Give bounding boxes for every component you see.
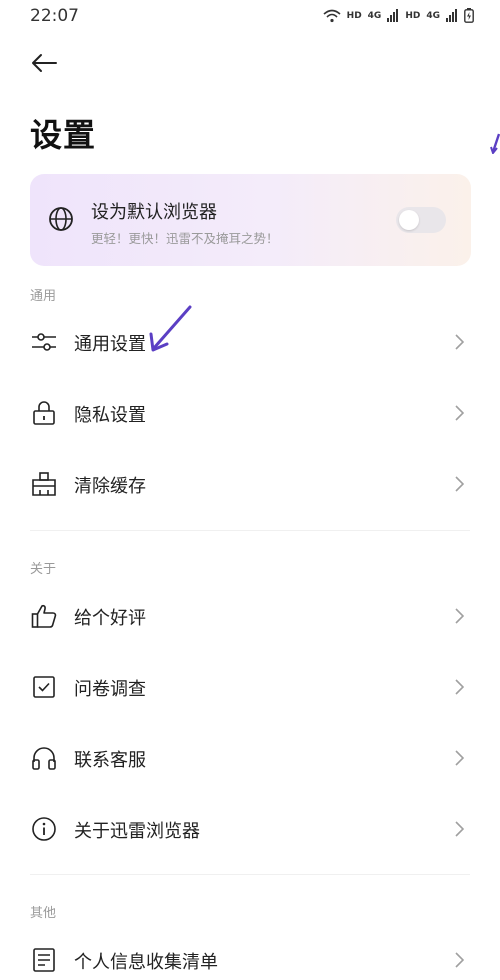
row-give-rating[interactable]: 给个好评 — [0, 586, 500, 646]
row-label-general-settings: 通用设置 — [74, 334, 146, 355]
chevron-right-icon — [455, 334, 464, 350]
chevron-right-icon — [455, 821, 464, 837]
divider — [30, 874, 470, 875]
checkbox-icon — [30, 673, 58, 701]
chevron-right-icon — [455, 679, 464, 695]
default-browser-title: 设为默认浏览器 — [91, 202, 217, 223]
network-badge: 4G — [367, 10, 382, 21]
default-browser-card[interactable]: 设为默认浏览器 更轻！更快！迅雷不及掩耳之势！ — [30, 174, 471, 266]
globe-icon — [49, 207, 73, 231]
list-icon — [30, 946, 58, 974]
status-time: 22:07 — [30, 6, 79, 26]
annotation-arrow-edge-icon — [490, 133, 500, 154]
row-personal-info-list[interactable]: 个人信息收集清单 — [0, 930, 500, 980]
row-customer-service[interactable]: 联系客服 — [0, 728, 500, 788]
status-icons: HD 4G HD 4G — [323, 8, 474, 23]
chevron-right-icon — [455, 952, 464, 968]
row-survey[interactable]: 问卷调查 — [0, 657, 500, 717]
row-about-browser[interactable]: 关于迅雷浏览器 — [0, 799, 500, 859]
hd-badge-2: HD — [405, 10, 421, 21]
thumbs-up-icon — [30, 602, 58, 630]
row-privacy-settings[interactable]: 隐私设置 — [0, 383, 500, 443]
broom-icon — [30, 470, 58, 498]
row-label-give-rating: 给个好评 — [74, 608, 146, 629]
battery-icon — [464, 8, 474, 23]
toggle-knob — [399, 210, 419, 230]
default-browser-toggle[interactable] — [396, 207, 446, 233]
wifi-icon — [323, 9, 341, 22]
chevron-right-icon — [455, 750, 464, 766]
chevron-right-icon — [455, 608, 464, 624]
hd-badge: HD — [346, 10, 362, 21]
back-arrow-icon — [32, 54, 57, 72]
signal-icon — [387, 9, 399, 22]
row-label-privacy-settings: 隐私设置 — [74, 405, 146, 426]
section-label-about: 关于 — [30, 562, 57, 577]
row-label-personal-info-list: 个人信息收集清单 — [74, 952, 218, 973]
row-label-clear-cache: 清除缓存 — [74, 476, 146, 497]
row-general-settings[interactable]: 通用设置 — [0, 312, 500, 372]
default-browser-subtitle: 更轻！更快！迅雷不及掩耳之势！ — [91, 231, 279, 246]
row-label-customer-service: 联系客服 — [74, 750, 146, 771]
lock-icon — [30, 399, 58, 427]
chevron-right-icon — [455, 476, 464, 492]
row-clear-cache[interactable]: 清除缓存 — [0, 454, 500, 514]
network-badge-2: 4G — [426, 10, 440, 21]
row-label-about-browser: 关于迅雷浏览器 — [74, 821, 200, 842]
section-label-other: 其他 — [30, 906, 57, 921]
section-label-general: 通用 — [30, 289, 57, 304]
page-title: 设置 — [30, 116, 97, 154]
divider — [30, 530, 470, 531]
annotation-arrow-icon — [149, 305, 192, 352]
back-button[interactable] — [26, 46, 62, 80]
status-bar: 22:07 HD 4G HD 4G — [0, 0, 500, 34]
headphones-icon — [30, 744, 58, 772]
row-label-survey: 问卷调查 — [74, 679, 146, 700]
info-icon — [30, 815, 58, 843]
chevron-right-icon — [455, 405, 464, 421]
sliders-icon — [30, 328, 58, 356]
signal-icon-2 — [446, 9, 457, 22]
